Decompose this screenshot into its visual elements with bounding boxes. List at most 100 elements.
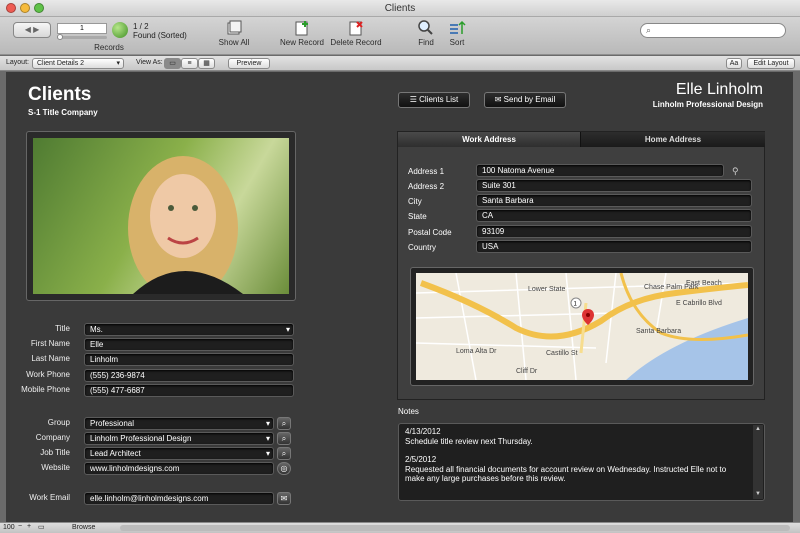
- magnifier-icon: ⌕: [281, 434, 287, 443]
- send-email-button[interactable]: ✉ Send by Email: [484, 92, 566, 108]
- window-title: Clients: [384, 3, 416, 14]
- toggle-toolbar-icon[interactable]: ▭: [38, 523, 45, 531]
- client-photo[interactable]: [33, 138, 289, 294]
- chevron-down-icon: ▾: [265, 434, 270, 443]
- website-field[interactable]: www.linholmdesigns.com: [84, 462, 274, 475]
- website-label: Website: [41, 463, 70, 472]
- show-all-label: Show All: [218, 38, 250, 47]
- location-map[interactable]: 1 Lower State Chase Palm Park East Beach…: [416, 273, 748, 380]
- zoom-level[interactable]: 100: [3, 524, 15, 531]
- mobile-phone-field[interactable]: (555) 477-6687: [84, 384, 294, 397]
- note-line: 2/5/2012: [405, 455, 437, 464]
- map-label-cliff-dr: Cliff Dr: [516, 368, 538, 375]
- layout-select[interactable]: Client Details 2 ▾: [32, 58, 124, 69]
- view-as-label: View As:: [136, 59, 163, 66]
- list-icon: ☰: [409, 95, 417, 104]
- edit-layout-button[interactable]: Edit Layout: [747, 58, 795, 69]
- mobile-phone-label: Mobile Phone: [21, 385, 70, 394]
- country-field[interactable]: USA: [476, 240, 752, 253]
- search-input[interactable]: [657, 25, 781, 36]
- map-label-castillo: Castillo St: [546, 350, 578, 357]
- last-name-field[interactable]: Linholm: [84, 353, 294, 366]
- tab-home-address[interactable]: Home Address: [581, 132, 765, 147]
- mode-indicator: Browse: [72, 524, 96, 531]
- first-name-label: First Name: [30, 339, 70, 348]
- address2-label: Address 2: [408, 182, 445, 191]
- open-website-button[interactable]: ◎: [277, 462, 291, 475]
- record-slider-handle[interactable]: [57, 34, 63, 40]
- record-navigator[interactable]: ◀ ▶: [13, 22, 51, 38]
- view-table-button[interactable]: ▦: [198, 58, 215, 69]
- next-record-icon[interactable]: ▶: [33, 25, 39, 34]
- sort-button[interactable]: Sort: [444, 20, 470, 47]
- found-set-pie-icon: [112, 22, 128, 38]
- address1-label: Address 1: [408, 167, 445, 176]
- clients-list-label: Clients List: [419, 95, 459, 104]
- layout-select-value: Client Details 2: [37, 60, 85, 67]
- scroll-down-icon[interactable]: ▼: [753, 490, 763, 500]
- search-icon: ⌕: [646, 25, 652, 35]
- page-title: Clients: [28, 84, 92, 105]
- address1-field[interactable]: 100 Natoma Avenue: [476, 164, 724, 177]
- note-line: 4/13/2012: [405, 427, 441, 436]
- company-field[interactable]: Linholm Professional Design ▾: [84, 432, 274, 445]
- work-phone-field[interactable]: (555) 236-9874: [84, 369, 294, 382]
- clients-list-button[interactable]: ☰ Clients List: [398, 92, 470, 108]
- new-record-button[interactable]: New Record: [278, 20, 326, 47]
- state-field[interactable]: CA: [476, 209, 752, 222]
- magnifier-icon: ⌕: [281, 449, 287, 458]
- group-select[interactable]: Professional ▾: [84, 417, 274, 430]
- envelope-icon: ✉: [494, 95, 502, 104]
- note-line: Schedule title review next Thursday.: [405, 436, 533, 446]
- magnifier-icon: [418, 20, 433, 35]
- find-button[interactable]: Find: [413, 20, 439, 47]
- map-label-east-beach: East Beach: [686, 280, 722, 287]
- group-lookup-button[interactable]: ⌕: [277, 417, 291, 430]
- job-title-field[interactable]: Lead Architect ▾: [84, 447, 274, 460]
- title-select[interactable]: Ms. ▾: [84, 323, 294, 336]
- text-size-button[interactable]: Aa: [726, 58, 742, 69]
- delete-record-button[interactable]: Delete Record: [328, 20, 384, 47]
- quick-find-search[interactable]: ⌕: [640, 23, 786, 38]
- first-name-field[interactable]: Elle: [84, 338, 294, 351]
- address-tab-panel: Work Address Home Address Address 1 100 …: [397, 131, 765, 400]
- table-view-icon: ▦: [203, 60, 210, 67]
- notes-field[interactable]: 4/13/2012 Schedule title review next Thu…: [398, 423, 765, 501]
- view-list-button[interactable]: ≡: [181, 58, 198, 69]
- prev-record-icon[interactable]: ◀: [25, 25, 31, 34]
- horizontal-scrollbar[interactable]: [120, 525, 790, 531]
- found-status: Found (Sorted): [133, 31, 187, 40]
- city-field[interactable]: Santa Barbara: [476, 194, 752, 207]
- magnifier-icon: ⌕: [281, 419, 287, 428]
- notes-scrollbar[interactable]: ▲ ▼: [753, 425, 763, 499]
- postal-code-field[interactable]: 93109: [476, 225, 752, 238]
- zoom-out-icon[interactable]: −: [18, 523, 22, 530]
- record-slider[interactable]: [57, 36, 107, 39]
- work-email-field[interactable]: elle.linholm@linholmdesigns.com: [84, 492, 274, 505]
- delete-record-icon: [349, 21, 363, 36]
- city-label: City: [408, 197, 422, 206]
- tab-work-address[interactable]: Work Address: [398, 132, 581, 147]
- delete-record-label: Delete Record: [330, 38, 382, 47]
- work-email-label: Work Email: [29, 493, 70, 502]
- company-label: Company: [35, 433, 70, 442]
- map-frame: 1 Lower State Chase Palm Park East Beach…: [410, 267, 754, 386]
- scroll-up-icon[interactable]: ▲: [753, 425, 763, 435]
- postal-code-label: Postal Code: [408, 228, 452, 237]
- view-form-button[interactable]: ▭: [164, 58, 181, 69]
- company-lookup-button[interactable]: ⌕: [277, 432, 291, 445]
- envelope-icon: ✉: [280, 494, 288, 503]
- record-number-input[interactable]: 1: [57, 23, 107, 34]
- address2-field[interactable]: Suite 301: [476, 179, 752, 192]
- chevron-down-icon: ▾: [265, 449, 270, 458]
- country-label: Country: [408, 243, 437, 252]
- zoom-in-icon[interactable]: +: [27, 523, 31, 530]
- work-phone-label: Work Phone: [26, 370, 70, 379]
- client-name-heading: Elle Linholm: [675, 81, 763, 98]
- preview-button[interactable]: Preview: [228, 58, 270, 69]
- map-label-santa-barbara: Santa Barbara: [636, 328, 681, 335]
- map-pin-icon[interactable]: ⚲: [732, 166, 739, 177]
- show-all-button[interactable]: Show All: [216, 20, 252, 47]
- job-title-lookup-button[interactable]: ⌕: [277, 447, 291, 460]
- send-email-mini-button[interactable]: ✉: [277, 492, 291, 505]
